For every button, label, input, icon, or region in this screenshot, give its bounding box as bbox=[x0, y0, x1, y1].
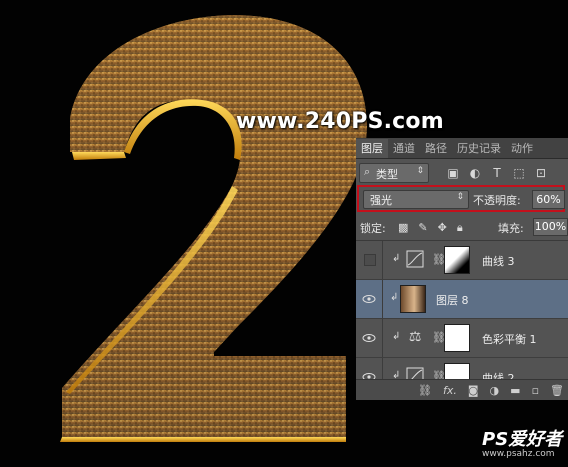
layer-mask-thumbnail[interactable] bbox=[444, 363, 470, 379]
curves-adjustment-icon bbox=[406, 367, 424, 379]
layer-thumbnail[interactable] bbox=[400, 285, 426, 313]
search-icon: ⌕ bbox=[364, 165, 371, 178]
clipping-arrow-icon: ↲ bbox=[392, 331, 401, 342]
layer-list: ↲ ⛓ 曲线 3 ↲ 图层 8 ↲ ⚖ ⛓ 色彩平衡 1 ↲ ⛓ 曲线 2 bbox=[356, 240, 568, 379]
add-mask-icon[interactable]: ◙ bbox=[468, 384, 479, 397]
clipping-arrow-icon: ↲ bbox=[392, 253, 401, 264]
filter-icons: ▣ ◐ T ⬚ ⊡ bbox=[446, 166, 548, 180]
fill-label: 填充: bbox=[498, 222, 524, 235]
layer-row-layer-8[interactable]: ↲ 图层 8 bbox=[356, 280, 568, 319]
tab-channels[interactable]: 通道 bbox=[388, 139, 420, 158]
lock-all-icon[interactable]: 🔒︎ bbox=[457, 221, 463, 235]
panel-tabs: 图层 通道 路径 历史记录 动作 bbox=[356, 138, 568, 159]
layer-style-icon[interactable]: fx. bbox=[443, 384, 457, 397]
lock-transparent-icon[interactable]: ▩ bbox=[398, 221, 408, 235]
layer-mask-thumbnail[interactable] bbox=[444, 324, 470, 352]
lock-label: 锁定: bbox=[360, 222, 386, 235]
tab-actions[interactable]: 动作 bbox=[506, 139, 538, 158]
new-layer-icon[interactable]: ▫ bbox=[532, 384, 539, 397]
tab-layers[interactable]: 图层 bbox=[356, 139, 388, 158]
panel-bottom-toolbar: ⛓ fx. ◙ ◑ ▬ ▫ 🗑︎ bbox=[356, 379, 568, 400]
layer-row-curves-3[interactable]: ↲ ⛓ 曲线 3 bbox=[356, 241, 568, 280]
layer-filter-value: 类型 bbox=[376, 168, 398, 181]
clipping-arrow-icon: ↲ bbox=[390, 292, 399, 303]
fill-field[interactable]: 100% bbox=[533, 218, 568, 236]
link-layers-icon[interactable]: ⛓ bbox=[418, 384, 432, 397]
smart-object-filter-icon[interactable]: ⊡ bbox=[534, 166, 548, 180]
visibility-divider bbox=[382, 358, 383, 379]
clipping-arrow-icon: ↲ bbox=[392, 370, 401, 379]
layer-name[interactable]: 曲线 2 bbox=[482, 370, 515, 379]
image-filter-icon[interactable]: ▣ bbox=[446, 166, 460, 180]
layers-panel: 图层 通道 路径 历史记录 动作 ⌕ 类型 ⇕ ▣ ◐ T ⬚ ⊡ 强光 ⇕ 不… bbox=[356, 138, 568, 400]
lock-icons: ▩ ✎ ✥ 🔒︎ bbox=[398, 221, 463, 235]
tab-paths[interactable]: 路径 bbox=[420, 139, 452, 158]
lock-position-icon[interactable]: ✥ bbox=[438, 221, 447, 235]
layer-row-color-balance-1[interactable]: ↲ ⚖ ⛓ 色彩平衡 1 bbox=[356, 319, 568, 358]
tab-history[interactable]: 历史记录 bbox=[452, 139, 506, 158]
eye-icon[interactable] bbox=[362, 370, 376, 379]
lock-image-icon[interactable]: ✎ bbox=[418, 221, 427, 235]
blend-mode-value: 强光 bbox=[370, 194, 392, 207]
logo-url: www.psahz.com bbox=[482, 449, 555, 459]
logo-text: PS爱好者 bbox=[482, 429, 563, 450]
visibility-divider bbox=[382, 319, 383, 357]
visibility-divider bbox=[382, 280, 383, 318]
opacity-field[interactable]: 60% bbox=[532, 190, 565, 209]
adjustment-filter-icon[interactable]: ◐ bbox=[468, 166, 482, 180]
blend-mode-select[interactable]: 强光 ⇕ bbox=[363, 190, 469, 209]
shape-filter-icon[interactable]: ⬚ bbox=[512, 166, 526, 180]
layer-name[interactable]: 色彩平衡 1 bbox=[482, 331, 537, 347]
color-balance-adjustment-icon: ⚖ bbox=[408, 329, 422, 345]
psahz-logo: PS爱好者 www.psahz.com bbox=[482, 425, 562, 459]
layer-mask-thumbnail[interactable] bbox=[444, 246, 470, 274]
eye-icon[interactable] bbox=[362, 331, 376, 345]
visibility-off-toggle[interactable] bbox=[364, 254, 376, 266]
dropdown-arrows-icon: ⇕ bbox=[416, 166, 424, 176]
layer-row-curves-2[interactable]: ↲ ⛓ 曲线 2 bbox=[356, 358, 568, 379]
site-watermark: www.240PS.com bbox=[236, 109, 444, 134]
eye-icon[interactable] bbox=[362, 292, 376, 306]
delete-layer-icon[interactable]: 🗑︎ bbox=[550, 384, 564, 397]
type-filter-icon[interactable]: T bbox=[490, 166, 504, 180]
dropdown-arrows-icon: ⇕ bbox=[456, 192, 464, 202]
layer-name[interactable]: 图层 8 bbox=[436, 292, 469, 308]
new-adjustment-icon[interactable]: ◑ bbox=[490, 384, 500, 397]
layer-name[interactable]: 曲线 3 bbox=[482, 253, 515, 269]
visibility-divider bbox=[382, 241, 383, 279]
curves-adjustment-icon bbox=[406, 250, 424, 268]
new-group-icon[interactable]: ▬ bbox=[510, 384, 520, 397]
opacity-label: 不透明度: bbox=[473, 194, 521, 207]
layer-filter-select[interactable]: ⌕ 类型 ⇕ bbox=[359, 163, 429, 183]
